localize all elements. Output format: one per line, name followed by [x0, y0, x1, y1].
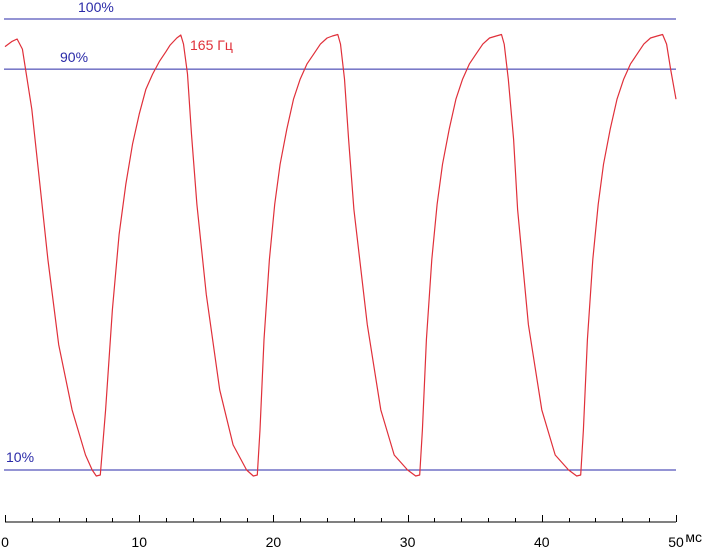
reference-lines: 100% 90% 10%	[4, 0, 676, 471]
x-tick-label: 10	[131, 534, 147, 549]
x-tick-label: 50	[668, 534, 684, 549]
reference-label-90pct: 90%	[60, 49, 88, 65]
response-time-chart: 100% 90% 10% 0 10 20 30 40 50 165 Гц мс	[1, 0, 702, 549]
reference-label-100pct: 100%	[78, 0, 114, 15]
series-layer: 165 Гц	[4, 33, 677, 477]
x-tick-label: 40	[534, 534, 550, 549]
series-label: 165 Гц	[190, 37, 233, 53]
x-axis: 0 10 20 30 40 50	[1, 515, 684, 549]
x-tick-label: 30	[400, 534, 416, 549]
x-tick-label: 20	[266, 534, 282, 549]
x-axis-unit-label: мс	[685, 529, 702, 545]
x-tick-label: 0	[1, 534, 9, 549]
reference-label-10pct: 10%	[6, 449, 34, 465]
series-line	[4, 33, 677, 477]
